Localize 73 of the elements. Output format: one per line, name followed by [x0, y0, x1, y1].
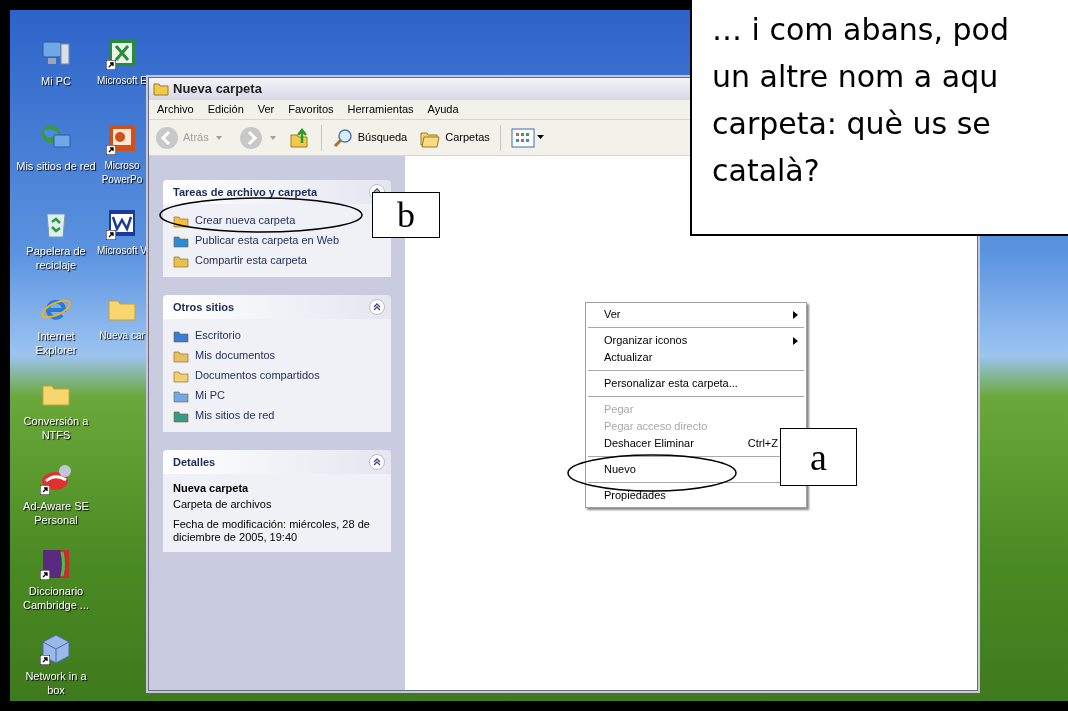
panel-title: Otros sitios — [173, 299, 235, 315]
shortcut-arrow-icon — [106, 230, 116, 240]
shortcut-label: Ctrl+Z — [747, 436, 778, 452]
task-link[interactable]: Mi PC — [195, 387, 225, 404]
callout-text-line: un altre nom a aqu — [712, 58, 1000, 96]
views-button[interactable] — [510, 127, 544, 148]
desktop-icon-label: Diccionario Cambridge ... — [22, 584, 90, 612]
panel-header[interactable]: Tareas de archivo y carpeta — [163, 180, 391, 204]
details-modified: Fecha de modificación: miércoles, 28 de diciembre de 2005, 19:40 — [173, 518, 371, 544]
desktop-icon-label: Microso PowerPo — [100, 159, 144, 187]
shortcut-arrow-icon — [40, 485, 50, 495]
annotation-label: a — [780, 428, 857, 486]
details-name: Nueva carpeta — [173, 482, 250, 495]
desktop-shortcut[interactable]: Mi PC — [15, 38, 97, 123]
menu-item[interactable]: Personalizar esta carpeta... — [604, 375, 738, 392]
panel-title: Tareas de archivo y carpeta — [173, 184, 318, 200]
callout-text-line: … i com abans, pod — [712, 11, 1010, 49]
desktop-icon-label: Network in a box — [24, 669, 88, 697]
menu-item[interactable]: Nuevo — [604, 461, 636, 478]
desktop-icon-label: Papelera de reciclaje — [25, 244, 87, 272]
annotation-label: b — [372, 192, 440, 238]
desktop-shortcut[interactable]: Diccionario Cambridge ... — [15, 548, 97, 633]
desktop-shortcut[interactable]: Ad-Aware SE Personal — [15, 463, 97, 548]
grid-view-icon — [510, 127, 535, 148]
desktop-shortcut[interactable]: Microsoft E — [94, 38, 150, 123]
desktop-icon-label: Conversión a NTFS — [22, 414, 90, 442]
callout-text-line: carpeta: què us se — [712, 105, 992, 143]
shortcut-arrow-icon — [40, 570, 50, 580]
task-link[interactable]: Mis documentos — [195, 347, 276, 364]
network-cube-icon — [40, 633, 72, 665]
dropdown-caret-icon — [536, 135, 544, 140]
menu-item[interactable]: Ver — [604, 306, 621, 323]
menu-item[interactable]: Deshacer Eliminar — [604, 435, 694, 452]
menu-item[interactable]: Propiedades — [604, 487, 666, 504]
menu-item[interactable]: Edición — [201, 101, 250, 118]
menu-item[interactable]: Herramientas — [341, 101, 420, 118]
task-link[interactable]: Documentos compartidos — [195, 367, 320, 384]
menu-item[interactable]: Actualizar — [604, 349, 653, 366]
desktop-icon-label: Internet Explorer — [34, 329, 78, 357]
task-link[interactable]: Mis sitios de red — [195, 407, 275, 424]
collapse-chevron-icon[interactable] — [369, 454, 385, 470]
panel-title: Detalles — [173, 454, 216, 470]
desktop-icon-label: Nueva car — [98, 329, 146, 343]
details-type: Carpeta de archivos — [173, 498, 273, 511]
shortcut-arrow-icon — [106, 145, 116, 155]
menu-item[interactable]: Organizar iconos — [604, 332, 688, 349]
collapse-chevron-icon[interactable] — [369, 299, 385, 315]
shortcut-arrow-icon — [40, 655, 50, 665]
task-link[interactable]: Publicar esta carpeta en Web — [195, 232, 340, 249]
menu-item[interactable]: Favoritos — [282, 101, 340, 118]
desktop-shortcut[interactable]: Microso PowerPo — [94, 123, 150, 208]
desktop-icon-label: Microsoft E — [96, 74, 148, 88]
panel-header[interactable]: Detalles — [163, 450, 391, 474]
folder-icon — [153, 82, 169, 96]
menu-item[interactable]: Ayuda — [421, 101, 465, 118]
desktop-icon-label: Ad-Aware SE Personal — [22, 499, 90, 527]
desktop-shortcut[interactable]: Network in a box — [15, 633, 97, 711]
panel-header[interactable]: Otros sitios — [163, 295, 391, 319]
desktop-shortcut[interactable]: Mis sitios de red — [15, 123, 97, 208]
search-icon — [331, 126, 354, 149]
folders-button[interactable]: Carpetas — [419, 126, 490, 149]
search-button[interactable]: Búsqueda — [331, 126, 408, 149]
desktop-icon-label: Mi PC — [40, 74, 72, 88]
book-icon — [40, 548, 72, 580]
desktop-icon-label: Mis sitios de red — [16, 159, 96, 173]
shortcut-arrow-icon — [106, 60, 116, 70]
callout-text-line: català? — [712, 152, 821, 190]
menu-item[interactable]: Ver — [251, 101, 281, 118]
task-link[interactable]: Compartir esta carpeta — [195, 252, 307, 269]
up-folder-icon[interactable] — [288, 126, 311, 149]
task-link[interactable]: Escritorio — [195, 327, 241, 344]
menu-item[interactable]: Archivo — [151, 101, 200, 118]
window-title: Nueva carpeta — [173, 80, 262, 99]
